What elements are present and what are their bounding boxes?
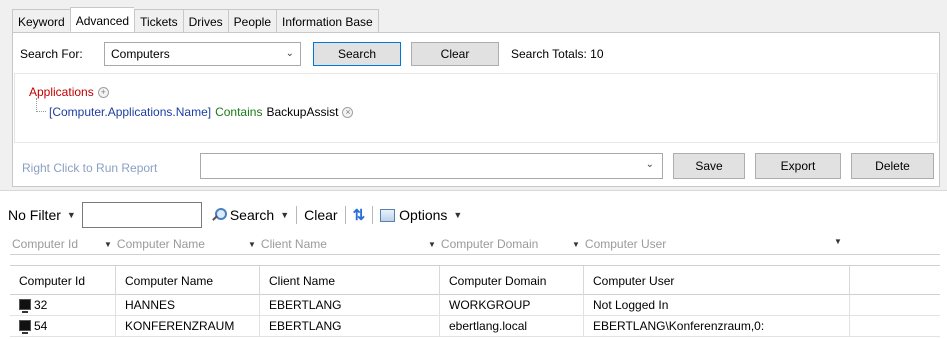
grid-search-button[interactable]: Search ▼ <box>210 207 289 223</box>
condition-value[interactable]: BackupAssist <box>266 105 338 119</box>
query-builder[interactable]: Applications + [Computer.Applications.Na… <box>14 73 938 143</box>
save-button[interactable]: Save <box>673 153 745 179</box>
tab-people[interactable]: People <box>227 9 277 33</box>
computer-icon <box>19 320 31 334</box>
search-panel: Keyword Advanced Tickets Drives People I… <box>0 0 947 190</box>
query-root-label: Applications <box>29 85 94 99</box>
chevron-down-icon[interactable]: ▼ <box>834 237 847 246</box>
chevron-down-icon: ▼ <box>66 210 76 220</box>
tab-advanced[interactable]: Advanced <box>69 7 135 32</box>
options-label: Options <box>399 207 448 223</box>
chevron-down-icon: ▼ <box>453 210 463 220</box>
filter-computer-id[interactable]: Computer Id <box>12 237 78 251</box>
magnifier-icon <box>210 207 227 223</box>
grid-clear-label: Clear <box>304 207 338 223</box>
tab-drives[interactable]: Drives <box>182 9 228 33</box>
computer-icon <box>19 299 31 313</box>
search-for-select[interactable]: Computers ⌄ <box>104 42 301 66</box>
column-filter-row: Computer Id ▼ Computer Name ▼ Client Nam… <box>10 235 940 255</box>
cell-client-name: EBERTLANG <box>260 295 440 316</box>
chevron-down-icon: ▼ <box>104 239 112 249</box>
search-tabs: Keyword Advanced Tickets Drives People I… <box>12 7 379 33</box>
column-header-computer-id[interactable]: Computer Id <box>10 266 116 296</box>
filter-label: Computer Name <box>116 237 205 251</box>
filter-dropdown[interactable]: No Filter ▼ <box>8 207 76 223</box>
search-totals: Search Totals: 10 <box>511 47 604 61</box>
cell-computer-user: EBERTLANG\Konferenzraum,0: <box>584 316 850 337</box>
chevron-down-icon: ⌄ <box>645 159 654 170</box>
filter-label: Computer User <box>584 237 667 251</box>
chevron-down-icon: ▼ <box>248 239 256 249</box>
toolbar-separator <box>372 206 374 224</box>
options-icon <box>380 208 396 222</box>
x-circle-icon[interactable]: × <box>342 106 354 118</box>
tab-tickets[interactable]: Tickets <box>134 9 183 33</box>
filter-search-input[interactable] <box>81 202 202 228</box>
grid-toolbar: No Filter ▼ Search ▼ Clear ⇅ Options ▼ <box>8 201 468 229</box>
table-row[interactable]: 32 HANNES EBERTLANG WORKGROUP Not Logged… <box>10 295 940 316</box>
cell-computer-user: Not Logged In <box>584 295 850 316</box>
export-button[interactable]: Export <box>755 153 841 179</box>
tree-connector <box>36 98 46 112</box>
cell-computer-name: KONFERENZRAUM <box>116 316 260 337</box>
cell-text: 32 <box>34 298 48 312</box>
tab-information-base[interactable]: Information Base <box>276 9 379 33</box>
table-header: Computer Id Computer Name Client Name Co… <box>10 265 940 296</box>
cell-text: 54 <box>34 319 48 333</box>
query-root[interactable]: Applications + <box>29 85 109 99</box>
column-header-client-name[interactable]: Client Name <box>260 266 440 296</box>
report-select[interactable]: ⌄ <box>200 153 663 179</box>
cell-computer-name: HANNES <box>116 295 260 316</box>
filter-computer-user[interactable]: ▼ Computer User <box>572 237 666 251</box>
advanced-tab-panel: Search For: Computers ⌄ Search Clear Sea… <box>12 32 940 187</box>
filter-computer-name[interactable]: ▼ Computer Name <box>104 237 205 251</box>
column-header-computer-user[interactable]: Computer User <box>584 266 850 296</box>
chevron-down-icon: ▼ <box>280 210 290 220</box>
grid-clear-button[interactable]: Clear <box>304 207 337 223</box>
refresh-button[interactable]: ⇅ <box>353 206 366 224</box>
cell-computer-id: 32 <box>10 295 116 316</box>
cell-computer-domain: WORKGROUP <box>440 295 584 316</box>
chevron-down-icon: ▼ <box>428 239 436 249</box>
query-condition[interactable]: [Computer.Applications.Name] Contains Ba… <box>49 105 354 119</box>
filter-label: Computer Domain <box>440 237 539 251</box>
toolbar-separator <box>296 206 298 224</box>
search-for-label: Search For: <box>20 47 83 61</box>
filter-label: Computer Id <box>12 237 79 251</box>
column-header-computer-domain[interactable]: Computer Domain <box>440 266 584 296</box>
plus-circle-icon[interactable]: + <box>97 86 109 98</box>
tab-keyword[interactable]: Keyword <box>12 9 70 33</box>
filter-dropdown-label: No Filter <box>8 207 61 223</box>
cell-client-name: EBERTLANG <box>260 316 440 337</box>
clear-button[interactable]: Clear <box>411 42 499 66</box>
cell-computer-id: 54 <box>10 316 116 337</box>
search-for-value: Computers <box>111 47 170 61</box>
search-button[interactable]: Search <box>313 42 401 66</box>
delete-button[interactable]: Delete <box>851 153 934 179</box>
chevron-down-icon: ⌄ <box>285 48 294 59</box>
run-report-label: Right Click to Run Report <box>22 161 158 175</box>
results-grid-area: No Filter ▼ Search ▼ Clear ⇅ Options ▼ C… <box>0 190 947 339</box>
table-row[interactable]: 54 KONFERENZRAUM EBERTLANG ebertlang.loc… <box>10 316 940 337</box>
column-header-computer-name[interactable]: Computer Name <box>116 266 260 296</box>
options-button[interactable]: Options ▼ <box>380 207 462 223</box>
toolbar-separator <box>344 206 346 224</box>
chevron-down-icon: ▼ <box>572 239 580 249</box>
condition-operator[interactable]: Contains <box>215 105 262 119</box>
refresh-icon: ⇅ <box>352 207 366 224</box>
filter-computer-domain[interactable]: ▼ Computer Domain <box>428 237 538 251</box>
filter-label: Client Name <box>260 237 327 251</box>
grid-search-label: Search <box>229 207 275 223</box>
condition-field[interactable]: [Computer.Applications.Name] <box>49 105 211 119</box>
filter-client-name[interactable]: ▼ Client Name <box>248 237 327 251</box>
cell-computer-domain: ebertlang.local <box>440 316 584 337</box>
